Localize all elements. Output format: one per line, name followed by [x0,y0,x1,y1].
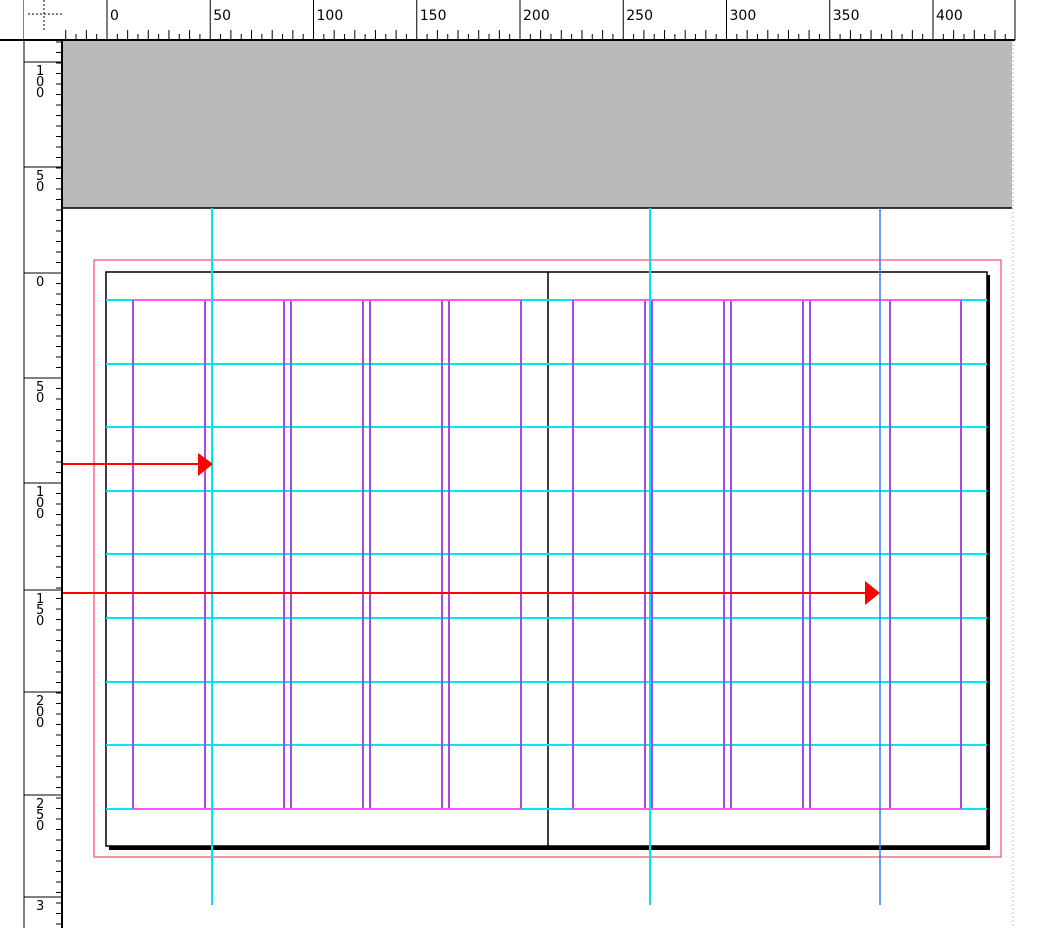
ruler-origin-corner[interactable] [24,0,62,41]
horizontal-ruler-label: 350 [833,8,860,24]
vertical-ruler-label: 3 [36,899,44,914]
vertical-ruler-label: 200 [36,694,44,731]
vertical-ruler-label: 100 [36,64,44,101]
horizontal-ruler-label: 250 [626,8,653,24]
horizontal-ruler-label: 300 [730,8,757,24]
vertical-ruler-label: 50 [36,380,44,406]
spread[interactable] [105,271,988,847]
document-canvas[interactable]: 0 50 100 150 200 250 300 350 400 1 0 0 5 0 0 5 0 1 0 0 1 5 0 2… [0,0,1037,928]
vertical-ruler-label: 100 [36,485,44,522]
layout-app-window: 0 50 100 150 200 250 300 350 400 100 50 0 50 100 150 2… [0,0,1037,928]
vertical-ruler-label: 150 [36,592,44,629]
pasteboard-area [62,40,1012,208]
horizontal-ruler-label: 400 [936,8,963,24]
horizontal-ruler-label: 0 [110,8,119,24]
vertical-ruler-label: 0 [36,275,44,290]
horizontal-ruler-label: 50 [213,8,231,24]
vertical-ruler-label: 50 [36,169,44,195]
horizontal-ruler-label: 100 [317,8,344,24]
vertical-ruler-label: 250 [36,797,44,834]
horizontal-ruler-label: 200 [523,8,550,24]
horizontal-ruler-label: 150 [420,8,447,24]
